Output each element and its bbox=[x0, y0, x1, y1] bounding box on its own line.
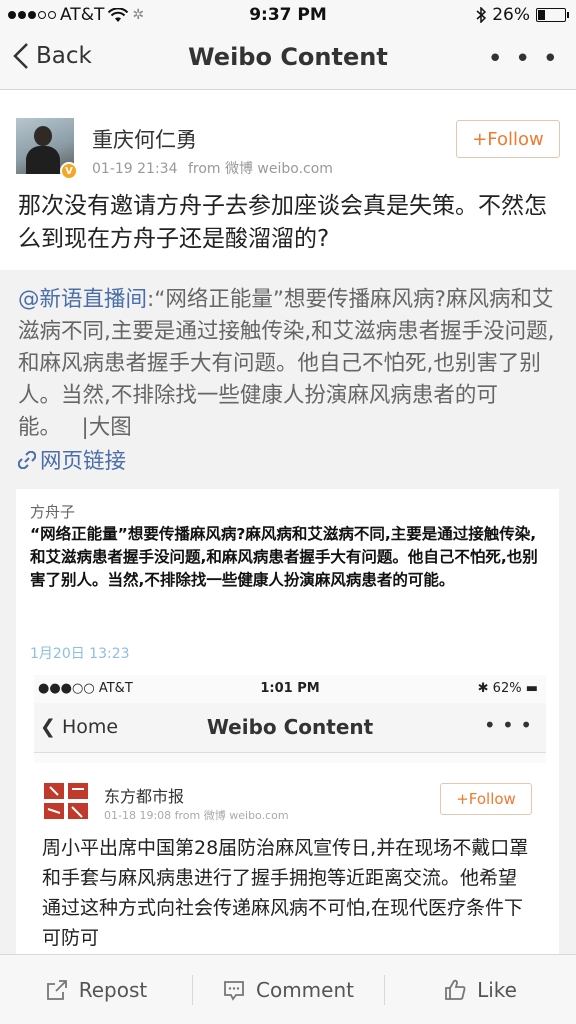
embedded-screenshot: ●●●○○ AT&T 1:01 PM ✱ 62% ▬ ❮ Home Weibo … bbox=[34, 675, 546, 954]
bluetooth-icon bbox=[476, 7, 487, 23]
battery-icon bbox=[536, 8, 569, 22]
status-right: 26% bbox=[476, 5, 569, 25]
inner-meta: 01-18 19:08 from 微博 weibo.com bbox=[104, 809, 289, 822]
embed-quote: “网络正能量”想要传播麻风病?麻风病和艾滋病不同,主要是通过接触传染,和艾滋病患… bbox=[30, 525, 538, 589]
back-chevron-icon bbox=[13, 43, 28, 69]
repost-icon bbox=[46, 979, 67, 1000]
avatar-head bbox=[34, 126, 52, 146]
inner-more-icon: • • • bbox=[483, 713, 532, 737]
inner-title: Weibo Content bbox=[206, 715, 374, 739]
embed-author: 方舟子 bbox=[30, 503, 76, 521]
post-author: V 重庆何仁勇 01-19 21:34 from 微博 weibo.com +F… bbox=[16, 118, 560, 180]
bottom-toolbar: Repost Comment Like bbox=[0, 954, 576, 1024]
post-time: 01-19 21:34 bbox=[92, 161, 178, 177]
inner-follow-button: +Follow bbox=[440, 783, 532, 815]
inner-author-name: 东方都市报 bbox=[104, 787, 185, 806]
embedded-image[interactable]: 方舟子 “网络正能量”想要传播麻风病?麻风病和艾滋病不同,主要是通过接触传染,和… bbox=[16, 489, 559, 954]
post-source: from 微博 weibo.com bbox=[187, 161, 333, 177]
inner-time: 1:01 PM bbox=[260, 681, 320, 696]
nav-bar: Back Weibo Content • • • bbox=[0, 30, 576, 90]
web-link[interactable]: 网页链接 bbox=[18, 444, 126, 475]
avatar-body bbox=[26, 146, 60, 174]
author-meta: 01-19 21:34 from 微博 weibo.com bbox=[92, 158, 339, 178]
inner-battery: ✱ 62% ▬ bbox=[477, 681, 538, 696]
comment-button[interactable]: Comment bbox=[192, 955, 384, 1024]
post-text: 那次没有邀请方舟子去参加座谈会真是失策。不然怎么到现在方舟子还是酸溜溜的? bbox=[18, 193, 547, 252]
inner-body: 东方都市报 01-18 19:08 from 微博 weibo.com +Fol… bbox=[34, 763, 546, 954]
battery-percent: 26% bbox=[492, 5, 530, 25]
follow-button[interactable]: +Follow bbox=[456, 120, 560, 158]
back-button[interactable]: Back bbox=[12, 42, 92, 70]
repost-button[interactable]: Repost bbox=[0, 955, 192, 1024]
inner-status-bar: ●●●○○ AT&T 1:01 PM ✱ 62% ▬ bbox=[34, 675, 546, 703]
inner-nav-bar: ❮ Home Weibo Content • • • bbox=[34, 703, 546, 753]
author-name[interactable]: 重庆何仁勇 bbox=[92, 124, 197, 154]
inner-text: 周小平出席中国第28届防治麻风宣传日,并在现场不戴口罩和手套与麻风病患进行了握手… bbox=[42, 837, 529, 949]
big-image-link[interactable]: |大图 bbox=[82, 415, 132, 440]
back-label: Back bbox=[36, 43, 92, 69]
battery-fill bbox=[538, 10, 545, 20]
status-bar: AT&T ✲ 9:37 PM 26% bbox=[0, 0, 576, 30]
comment-icon bbox=[224, 980, 244, 1001]
embed-date: 1月20日 13:23 bbox=[30, 646, 130, 662]
retweet-mention[interactable]: @新语直播间 bbox=[18, 287, 147, 312]
retweet-block[interactable]: @新语直播间:“网络正能量”想要传播麻风病?麻风病和艾滋病不同,主要是通过接触传… bbox=[0, 270, 576, 954]
link-icon bbox=[18, 450, 36, 469]
web-link-label: 网页链接 bbox=[40, 449, 127, 474]
like-button[interactable]: Like bbox=[384, 955, 576, 1024]
verified-badge-icon: V bbox=[60, 162, 78, 180]
comment-label: Comment bbox=[256, 977, 354, 1002]
like-label: Like bbox=[477, 977, 517, 1002]
more-icon[interactable]: • • • bbox=[487, 44, 560, 74]
like-icon bbox=[445, 979, 466, 1000]
retweet-text-block: @新语直播间:“网络正能量”想要传播麻风病?麻风病和艾滋病不同,主要是通过接触传… bbox=[18, 284, 558, 444]
newspaper-logo-icon bbox=[44, 783, 88, 819]
repost-label: Repost bbox=[78, 977, 148, 1002]
